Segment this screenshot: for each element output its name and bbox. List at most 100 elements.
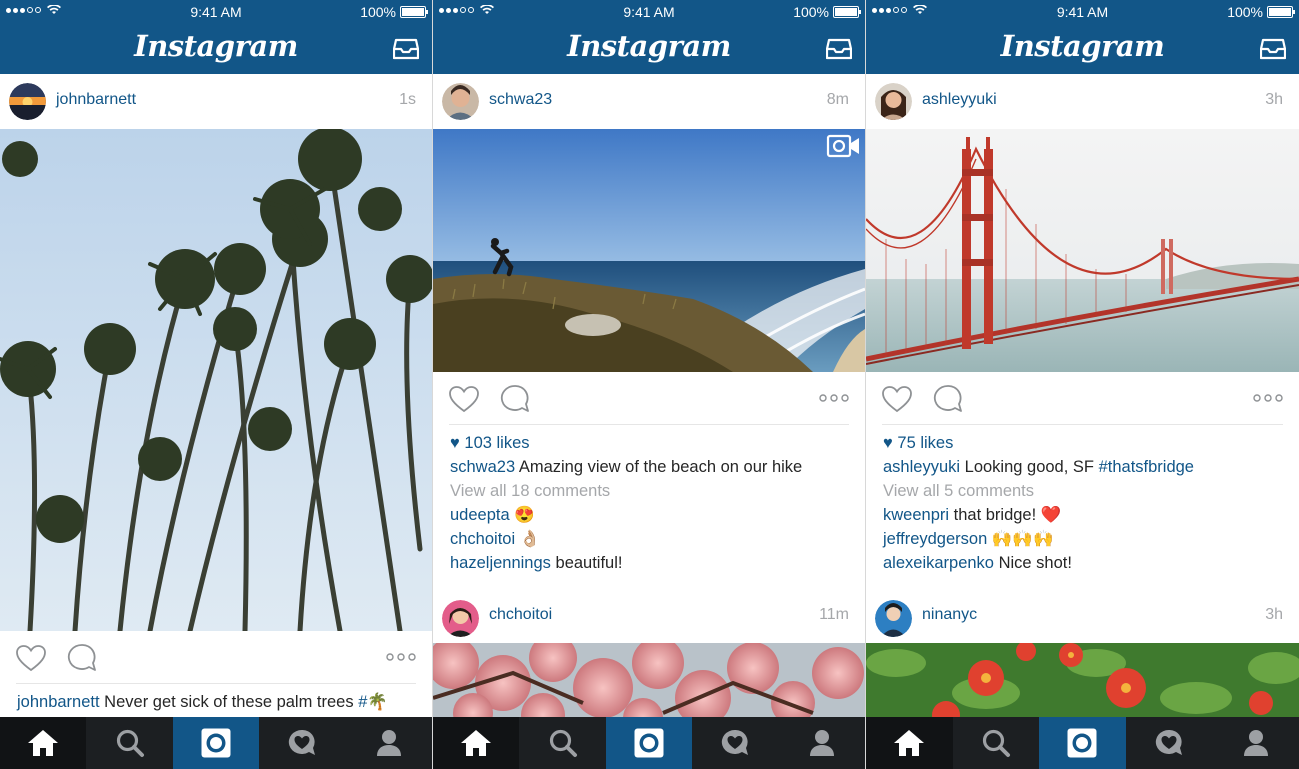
status-bar: 9:41 AM 100%: [866, 0, 1299, 24]
post-meta: ♥ 103 likes schwa23 Amazing view of the …: [433, 425, 865, 595]
caption-hashtag[interactable]: #🌴: [358, 693, 388, 711]
profile-icon: [376, 730, 401, 756]
post-photo[interactable]: [433, 129, 865, 372]
post-header: schwa23 8m: [433, 74, 865, 129]
avatar[interactable]: [442, 600, 479, 637]
tab-camera[interactable]: [172, 717, 260, 769]
like-heart-icon[interactable]: [15, 644, 47, 672]
tab-camera[interactable]: [1039, 717, 1126, 769]
heart-bubble-icon: [722, 729, 749, 755]
comment-text: 🙌🙌🙌: [991, 530, 1054, 548]
post-time: 3h: [1265, 606, 1283, 623]
caption-username[interactable]: ashleyyuki: [883, 458, 960, 476]
likes-count: 103 likes: [464, 434, 530, 452]
comment-bubble-icon[interactable]: [67, 643, 97, 673]
post-photo[interactable]: [433, 643, 865, 717]
home-icon: [28, 730, 59, 756]
post-username[interactable]: ninanyc: [922, 606, 977, 624]
profile-icon: [809, 730, 834, 756]
like-heart-icon[interactable]: [881, 385, 913, 413]
app-logo[interactable]: Instagram: [0, 29, 432, 63]
caption-username[interactable]: johnbarnett: [17, 693, 100, 711]
avatar[interactable]: [442, 83, 479, 120]
inbox-icon[interactable]: [1260, 38, 1286, 60]
caption-text: Never get sick of these palm trees: [104, 693, 354, 711]
comment-bubble-icon[interactable]: [933, 384, 963, 414]
comment-text: 😍: [514, 506, 535, 524]
avatar[interactable]: [875, 83, 912, 120]
status-bar: 9:41 AM 100%: [0, 0, 432, 24]
comment-username[interactable]: chchoitoi: [450, 530, 515, 548]
tab-home[interactable]: [866, 717, 953, 769]
caption-username[interactable]: schwa23: [450, 458, 515, 476]
avatar[interactable]: [875, 600, 912, 637]
tab-profile[interactable]: [1212, 717, 1299, 769]
inbox-icon[interactable]: [826, 38, 852, 60]
app-logo[interactable]: Instagram: [433, 29, 865, 63]
post-photo[interactable]: [0, 129, 432, 631]
post-actions: [433, 372, 865, 424]
feed[interactable]: johnbarnett 1s johnbarnett Never get sic…: [0, 74, 432, 717]
tab-activity[interactable]: [692, 717, 778, 769]
post-time: 1s: [399, 91, 416, 108]
more-options-icon[interactable]: [386, 653, 416, 661]
app-logo[interactable]: Instagram: [866, 29, 1299, 63]
tab-activity[interactable]: [259, 717, 345, 769]
post-header: ashleyyuki 3h: [866, 74, 1299, 129]
feed[interactable]: ashleyyuki 3h ♥ 75 likes ashleyyuki Look…: [866, 74, 1299, 717]
post-username[interactable]: johnbarnett: [56, 91, 136, 109]
likes-row[interactable]: ♥ 75 likes: [883, 431, 1282, 455]
post-meta: ♥ 75 likes ashleyyuki Looking good, SF #…: [866, 425, 1299, 595]
phone-screen-3: 9:41 AM 100% Instagram ashleyyuki 3h ♥ 7…: [866, 0, 1299, 769]
post-photo[interactable]: [866, 643, 1299, 717]
post-header: johnbarnett 1s: [0, 74, 432, 129]
comment-username[interactable]: jeffreydgerson: [883, 530, 987, 548]
likes-row[interactable]: ♥ 103 likes: [450, 431, 848, 455]
post-actions: [0, 631, 432, 683]
post-username[interactable]: ashleyyuki: [922, 91, 997, 109]
home-icon: [894, 730, 925, 756]
likes-count: 75 likes: [897, 434, 954, 452]
tab-home[interactable]: [433, 717, 520, 769]
caption-hashtag[interactable]: #thatsfbridge: [1099, 458, 1194, 476]
post-time: 3h: [1265, 91, 1283, 108]
tab-bar: [0, 717, 432, 769]
post-photo[interactable]: [866, 129, 1299, 372]
post-header: chchoitoi 11m: [433, 595, 865, 643]
avatar[interactable]: [9, 83, 46, 120]
comment-bubble-icon[interactable]: [500, 384, 530, 414]
feed[interactable]: schwa23 8m ♥ 103 likes schwa23 Amazing v…: [433, 74, 865, 717]
comment-username[interactable]: alexeikarpenko: [883, 554, 994, 572]
battery-icon: [1267, 6, 1295, 18]
post-username[interactable]: chchoitoi: [489, 606, 552, 624]
view-all-comments-link[interactable]: View all 5 comments: [883, 479, 1282, 503]
more-options-icon[interactable]: [819, 394, 849, 402]
phone-screen-2: 9:41 AM 100% Instagram schwa23 8m ♥ 103 …: [433, 0, 865, 769]
tab-activity[interactable]: [1126, 717, 1213, 769]
camera-icon: [1067, 728, 1097, 758]
more-options-icon[interactable]: [1253, 394, 1283, 402]
heart-bubble-icon: [289, 729, 316, 755]
tab-profile[interactable]: [346, 717, 432, 769]
post-header: ninanyc 3h: [866, 595, 1299, 643]
inbox-icon[interactable]: [393, 38, 419, 60]
post-username[interactable]: schwa23: [489, 91, 552, 109]
comment-username[interactable]: kweenpri: [883, 506, 949, 524]
like-heart-icon[interactable]: [448, 385, 480, 413]
comment-username[interactable]: hazeljennings: [450, 554, 551, 572]
likes-heart-icon: ♥: [883, 434, 893, 452]
comment-row: chchoitoi 👌🏼: [450, 527, 848, 551]
view-all-comments-link[interactable]: View all 18 comments: [450, 479, 848, 503]
comment-text: Nice shot!: [998, 554, 1072, 572]
tab-explore[interactable]: [519, 717, 605, 769]
tab-home[interactable]: [0, 717, 87, 769]
tab-explore[interactable]: [86, 717, 172, 769]
tab-profile[interactable]: [779, 717, 865, 769]
tab-explore[interactable]: [953, 717, 1040, 769]
caption: schwa23 Amazing view of the beach on our…: [450, 455, 848, 479]
home-icon: [461, 730, 492, 756]
comment-username[interactable]: udeepta: [450, 506, 510, 524]
top-navbar: Instagram: [866, 24, 1299, 74]
camera-icon: [201, 728, 231, 758]
tab-camera[interactable]: [605, 717, 693, 769]
